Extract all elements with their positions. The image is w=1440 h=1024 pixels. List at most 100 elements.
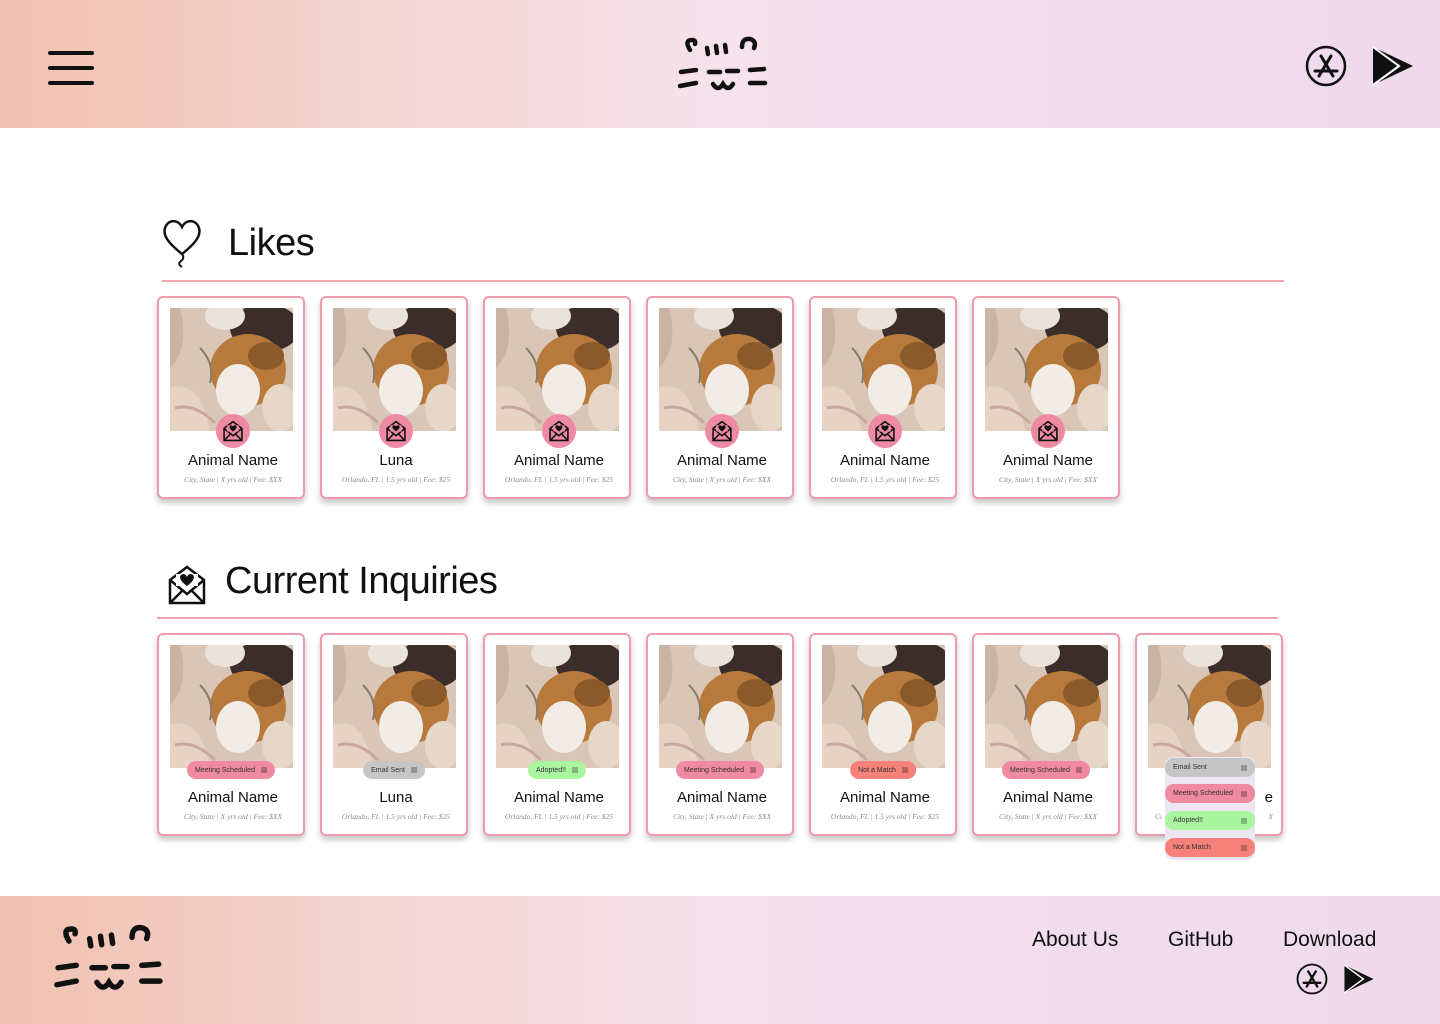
heart-balloon-icon xyxy=(163,219,201,268)
animal-photo xyxy=(333,308,456,431)
inquire-button[interactable] xyxy=(542,414,576,448)
footer-link-about-us[interactable]: About Us xyxy=(1032,928,1118,952)
animal-name: Animal Name xyxy=(1002,452,1094,469)
inquire-button[interactable] xyxy=(868,414,902,448)
animal-meta: City, State | X yrs old | Fee: $XX xyxy=(183,475,283,484)
footer-link-github[interactable]: GitHub xyxy=(1168,928,1233,952)
animal-photo xyxy=(985,645,1108,768)
google-play-icon[interactable] xyxy=(1371,45,1415,87)
animal-photo xyxy=(170,308,293,431)
footer: About Us GitHub Download xyxy=(0,896,1440,1024)
status-pill[interactable]: Meeting Scheduled xyxy=(187,761,275,779)
cat-face-logo[interactable] xyxy=(676,36,770,96)
status-label: Not a Match xyxy=(858,766,896,774)
cat-photo xyxy=(822,645,945,768)
status-option[interactable]: Adopted!! xyxy=(1165,811,1255,830)
animal-name: Animal Name xyxy=(513,789,605,806)
inquiry-card[interactable]: Adopted!! Animal Name Orlando, FL | 1.5 yr… xyxy=(483,633,631,836)
inquiry-card[interactable]: Meeting Scheduled Animal Name City, State … xyxy=(972,633,1120,836)
cat-photo xyxy=(496,308,619,431)
likes-title: Likes xyxy=(228,222,315,264)
mail-heart-icon xyxy=(168,565,206,605)
inquire-button[interactable] xyxy=(705,414,739,448)
cat-photo xyxy=(659,308,782,431)
animal-photo xyxy=(496,645,619,768)
likes-card[interactable]: Animal Name City, State | X yrs old | Fee… xyxy=(646,296,794,499)
animal-photo xyxy=(496,308,619,431)
likes-card[interactable]: Animal Name City, State | X yrs old | Fee… xyxy=(157,296,305,499)
status-pill[interactable]: Email Sent xyxy=(363,761,425,779)
animal-meta: City, State | X yrs old | Fee: $XX xyxy=(672,475,772,484)
hamburger-menu-icon[interactable] xyxy=(48,51,94,85)
animal-name: Animal Name xyxy=(839,452,931,469)
inquire-button[interactable] xyxy=(216,414,250,448)
status-option[interactable]: Not a Match xyxy=(1165,838,1255,857)
animal-photo xyxy=(985,308,1108,431)
google-play-icon[interactable] xyxy=(1343,963,1375,995)
animal-photo xyxy=(659,645,782,768)
animal-meta-partial-left: Ci xyxy=(1155,812,1163,821)
animal-name: Animal Name xyxy=(839,789,931,806)
animal-name: Animal Name xyxy=(676,789,768,806)
likes-card[interactable]: Animal Name Orlando, FL | 1.5 yrs old | F… xyxy=(809,296,957,499)
option-handle-icon xyxy=(1241,844,1247,851)
animal-name: Luna xyxy=(379,452,413,469)
status-option-label: Not a Match xyxy=(1173,844,1211,851)
inquire-button[interactable] xyxy=(1031,414,1065,448)
status-label: Adopted!! xyxy=(536,766,566,774)
animal-meta: Orlando, FL | 1.5 yrs old | Fee: $25 xyxy=(341,475,451,484)
dropdown-handle-icon xyxy=(571,767,578,773)
animal-name: Luna xyxy=(379,789,413,806)
status-option-label: Adopted!! xyxy=(1173,817,1203,824)
inquiries-divider xyxy=(157,617,1278,619)
animal-name: Animal Name xyxy=(513,452,605,469)
status-pill[interactable]: Not a Match xyxy=(850,761,916,779)
mail-heart-icon xyxy=(386,420,406,442)
animal-photo xyxy=(822,645,945,768)
animal-name: Animal Name xyxy=(676,452,768,469)
animal-name: Animal Name xyxy=(187,452,279,469)
cat-photo xyxy=(659,645,782,768)
likes-card[interactable]: Animal Name Orlando, FL | 1.5 yrs old | F… xyxy=(483,296,631,499)
status-label: Email Sent xyxy=(371,766,405,774)
animal-name: Animal Name xyxy=(1002,789,1094,806)
dropdown-handle-icon xyxy=(749,767,756,773)
cat-photo xyxy=(1148,645,1271,768)
cat-face-logo[interactable] xyxy=(52,923,166,998)
animal-photo xyxy=(170,645,293,768)
status-pill[interactable]: Adopted!! xyxy=(528,761,586,779)
likes-card[interactable]: Luna Orlando, FL | 1.5 yrs old | Fee: $25 xyxy=(320,296,468,499)
status-option-label: Email Sent xyxy=(1173,764,1207,771)
inquiry-card[interactable]: Not a Match Animal Name Orlando, FL | 1.5 … xyxy=(809,633,957,836)
status-pill[interactable]: Meeting Scheduled xyxy=(676,761,764,779)
mail-heart-icon xyxy=(712,420,732,442)
cat-photo xyxy=(985,308,1108,431)
animal-meta: Orlando, FL | 1.5 yrs old | Fee: $25 xyxy=(830,812,940,821)
dropdown-handle-icon xyxy=(410,767,417,773)
status-label: Meeting Scheduled xyxy=(684,766,744,774)
app-store-icon[interactable] xyxy=(1305,45,1347,87)
animal-name-partial: e xyxy=(1264,789,1273,806)
inquiry-card[interactable]: Email Sent Luna Orlando, FL | 1.5 yrs old … xyxy=(320,633,468,836)
status-dropdown[interactable]: Email Sent Meeting Scheduled Adopted!! Not … xyxy=(1165,757,1255,860)
dropdown-handle-icon xyxy=(901,767,908,773)
mail-heart-icon xyxy=(223,420,243,442)
app-store-icon[interactable] xyxy=(1296,963,1328,995)
inquiry-card[interactable]: Meeting Scheduled Animal Name City, State … xyxy=(646,633,794,836)
cat-photo xyxy=(985,645,1108,768)
likes-card[interactable]: Animal Name City, State | X yrs old | Fee… xyxy=(972,296,1120,499)
status-pill[interactable]: Meeting Scheduled xyxy=(1002,761,1090,779)
animal-photo xyxy=(822,308,945,431)
cat-photo xyxy=(496,645,619,768)
animal-meta: City, State | X yrs old | Fee: $XX xyxy=(998,812,1098,821)
status-option[interactable]: Meeting Scheduled xyxy=(1165,784,1255,803)
inquire-button[interactable] xyxy=(379,414,413,448)
likes-divider xyxy=(162,280,1284,282)
animal-photo xyxy=(1148,645,1271,768)
mail-heart-icon xyxy=(875,420,895,442)
inquiry-card[interactable]: Meeting Scheduled Animal Name City, State … xyxy=(157,633,305,836)
option-handle-icon xyxy=(1241,790,1247,797)
footer-link-download[interactable]: Download xyxy=(1283,928,1376,952)
cat-photo xyxy=(333,645,456,768)
status-option[interactable]: Email Sent xyxy=(1165,758,1255,777)
